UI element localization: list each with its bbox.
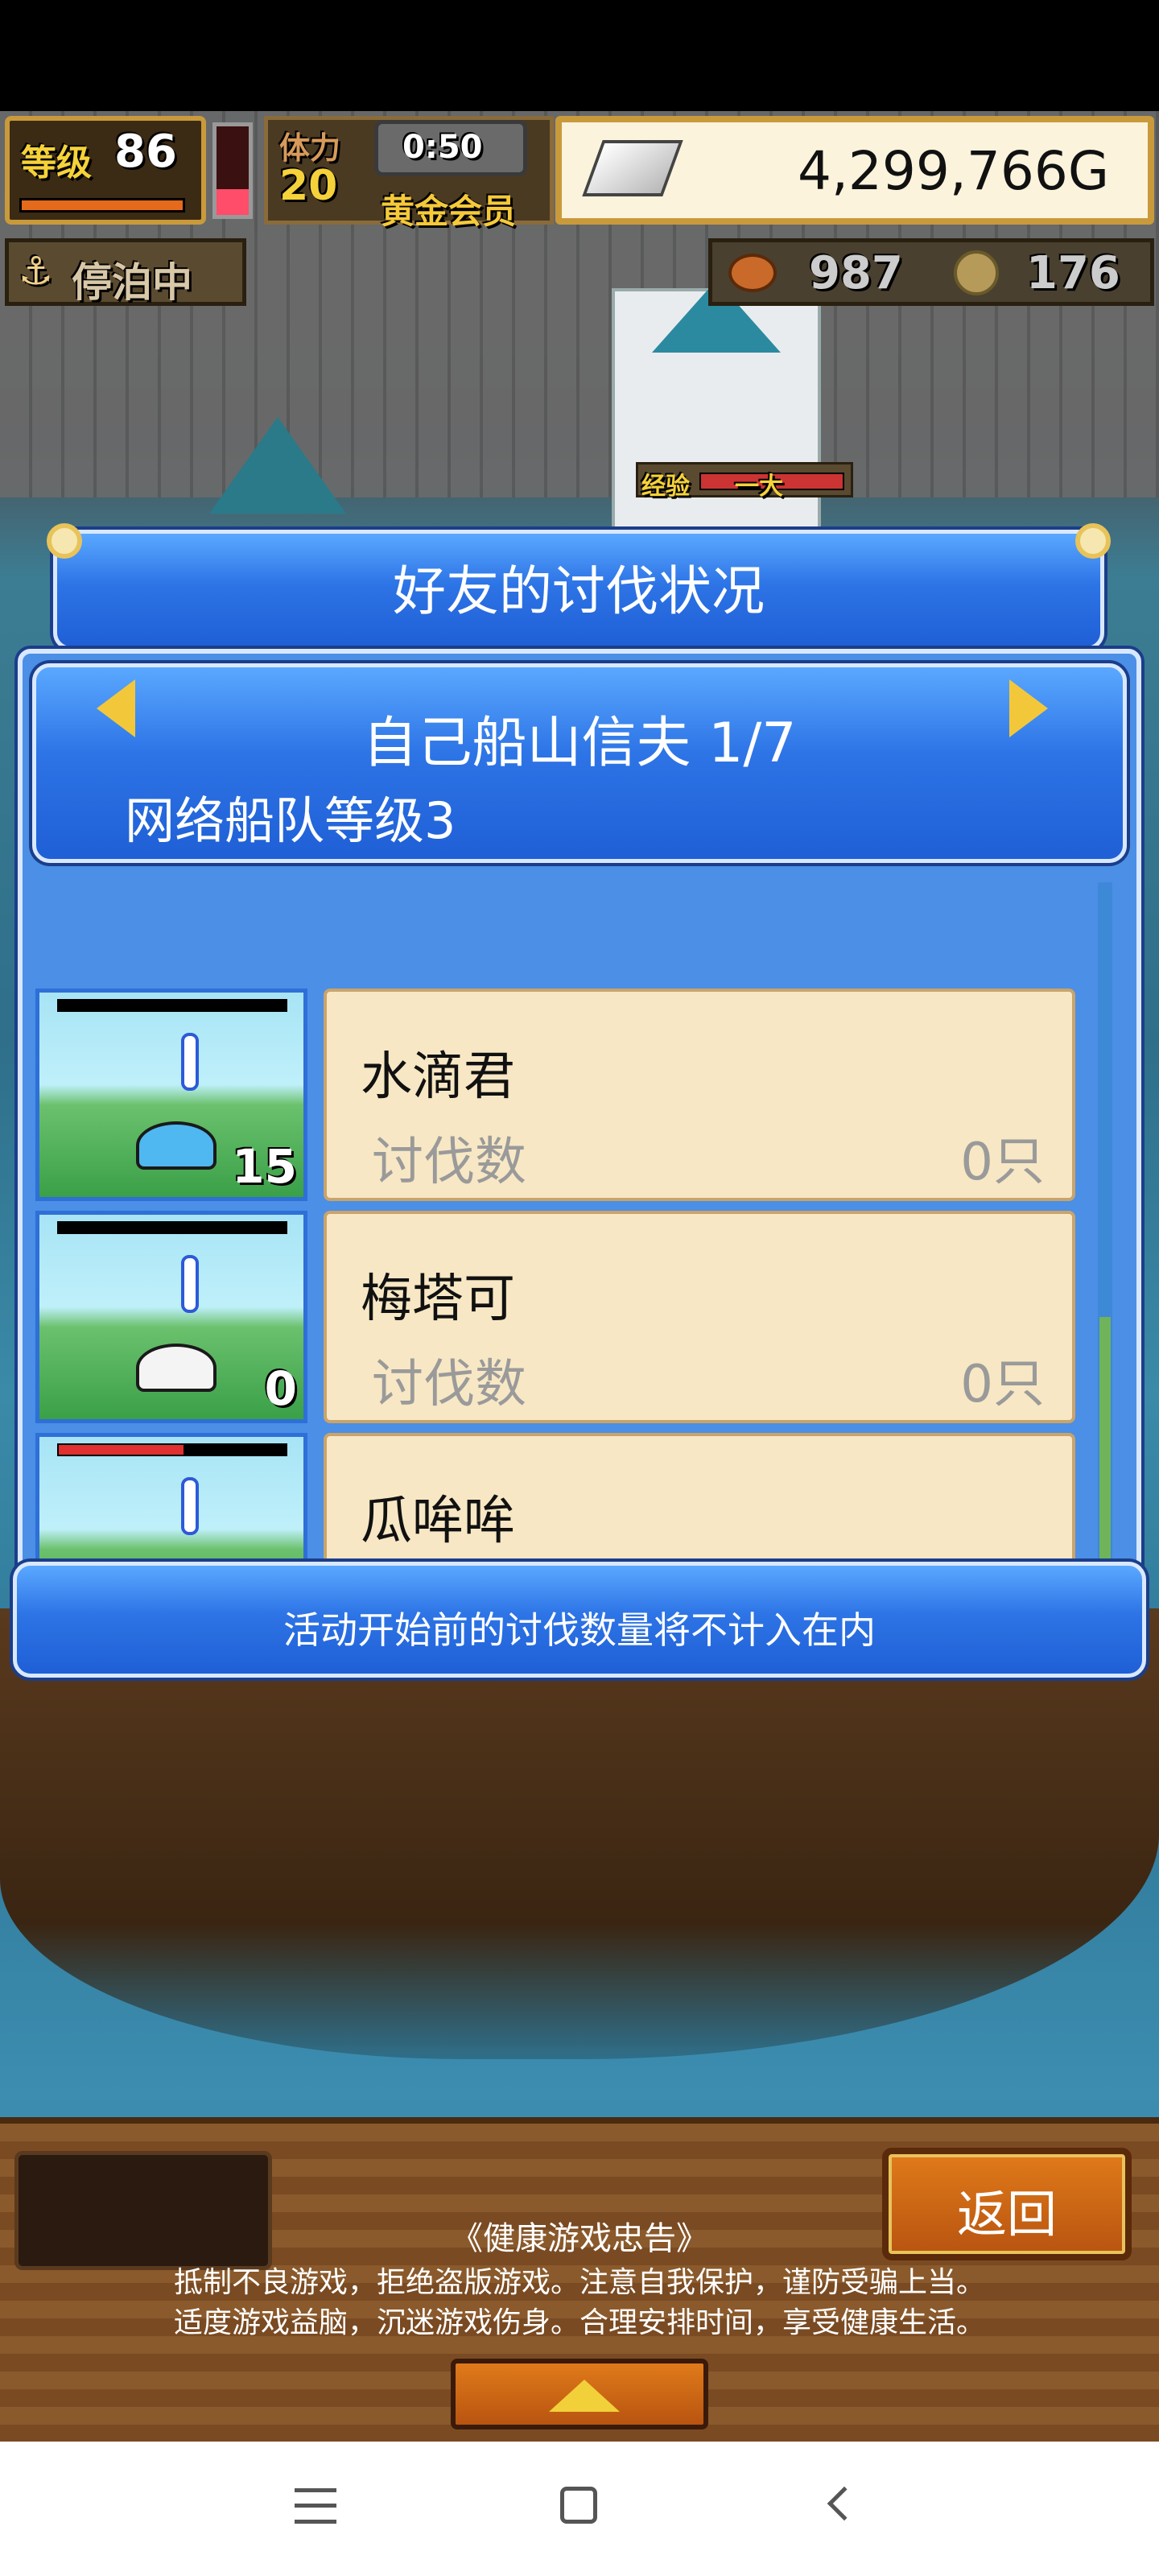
navigation-bar [0, 2442, 1159, 2576]
member-badge: 黄金会员 [381, 192, 517, 231]
health-line-1: 抵制不良游戏，拒绝盗版游戏。注意自我保护，谨防受骗上当。 [173, 2266, 985, 2299]
status-bar [0, 0, 1159, 111]
coin-count: 176 [1026, 247, 1120, 299]
hp-bar [57, 1443, 287, 1456]
kill-label: 讨伐数 [372, 1355, 526, 1414]
stamina-fill [217, 189, 249, 215]
ship-name: 自己船山信夫 1/7 [362, 712, 797, 775]
fleet-level: 网络船队等级3 [125, 791, 456, 850]
monster-sprite [136, 1344, 217, 1392]
monster-row[interactable]: 梅塔可讨伐数 0只 [324, 1211, 1075, 1423]
coin-icon [954, 250, 999, 295]
alert-icon [181, 1477, 199, 1535]
health-title: 《健康游戏忠告》 [451, 2220, 708, 2257]
panel-title: 好友的讨伐状况 [393, 560, 765, 622]
docked-label: 停泊中 [72, 259, 192, 306]
monster-name: 水滴君 [361, 1047, 515, 1107]
level-label: 等级 [21, 142, 92, 184]
gold-box: 4,299,766G [555, 116, 1154, 225]
exp-value: 一大 [735, 473, 783, 501]
stamina-gauge [212, 122, 253, 219]
exp-label: 经验 [641, 473, 690, 501]
gold-amount: 4,299,766G [797, 140, 1109, 202]
monster-badge: 15 [232, 1139, 297, 1194]
monster-thumbnail[interactable]: 15 [35, 989, 307, 1201]
level-value: 86 [114, 126, 177, 178]
hp-fill [59, 1445, 184, 1455]
panel-title-bar: 好友的讨伐状况 [53, 530, 1104, 650]
back-icon[interactable] [827, 2486, 862, 2521]
docked-status: ⚓ 停泊中 [5, 238, 246, 306]
monster-name: 梅塔可 [361, 1269, 515, 1329]
menu-icon[interactable] [295, 2488, 336, 2524]
anchor-icon: ⚓ [19, 249, 54, 294]
kill-count: 0只 [960, 1355, 1045, 1414]
kill-count: 0只 [960, 1133, 1045, 1192]
ship-header: 自己船山信夫 1/7 网络船队等级3 [32, 663, 1127, 863]
stamina-box: 体力 20 0:50 黄金会员 [264, 116, 554, 231]
monster-name: 瓜哞哞 [361, 1492, 515, 1551]
monster-sprite [136, 1121, 217, 1170]
frame-corner [1075, 523, 1111, 559]
exp-tag: 经验 一大 [636, 462, 853, 501]
alert-icon [181, 1255, 199, 1313]
monster-row[interactable]: 水滴君讨伐数 0只 [324, 989, 1075, 1201]
home-icon[interactable] [560, 2487, 597, 2524]
frame-corner [47, 523, 82, 559]
notice-text: 活动开始前的讨伐数量将不计入在内 [283, 1608, 876, 1652]
food-icon [728, 254, 777, 292]
footer-panel: 返回 《健康游戏忠告》 抵制不良游戏，拒绝盗版游戏。注意自我保护，谨防受骗上当。… [0, 2117, 1159, 2442]
up-arrow-icon [549, 2380, 620, 2412]
timer-box: 0:50 [374, 120, 527, 176]
hp-bar [57, 1221, 287, 1234]
monster-badge: 0 [264, 1361, 297, 1416]
level-bar [19, 198, 185, 213]
monster-thumbnail[interactable]: 0 [35, 1211, 307, 1423]
level-box: 等级 86 [5, 116, 206, 225]
prev-arrow-icon[interactable] [97, 679, 135, 737]
notice-bar: 活动开始前的讨伐数量将不计入在内 [13, 1562, 1146, 1678]
list-scrollbar[interactable] [1098, 882, 1112, 1655]
silver-ingot-icon [582, 140, 683, 196]
timer: 0:50 [402, 129, 483, 166]
kill-label: 讨伐数 [372, 1133, 526, 1192]
stamina-value: 20 [279, 162, 338, 210]
hp-bar [57, 999, 287, 1012]
game-screen: 等级 86 体力 20 0:50 黄金会员 4,299,766G ⚓ 停泊中 9… [0, 111, 1159, 2442]
resources-bar: 987 176 [708, 238, 1154, 306]
next-arrow-icon[interactable] [1009, 679, 1048, 737]
health-line-2: 适度游戏益脑，沉迷游戏伤身。合理安排时间，享受健康生活。 [173, 2306, 985, 2339]
expand-button[interactable] [451, 2359, 708, 2429]
food-count: 987 [809, 247, 903, 299]
alert-icon [181, 1033, 199, 1091]
stamina-label: 体力 [279, 130, 341, 166]
